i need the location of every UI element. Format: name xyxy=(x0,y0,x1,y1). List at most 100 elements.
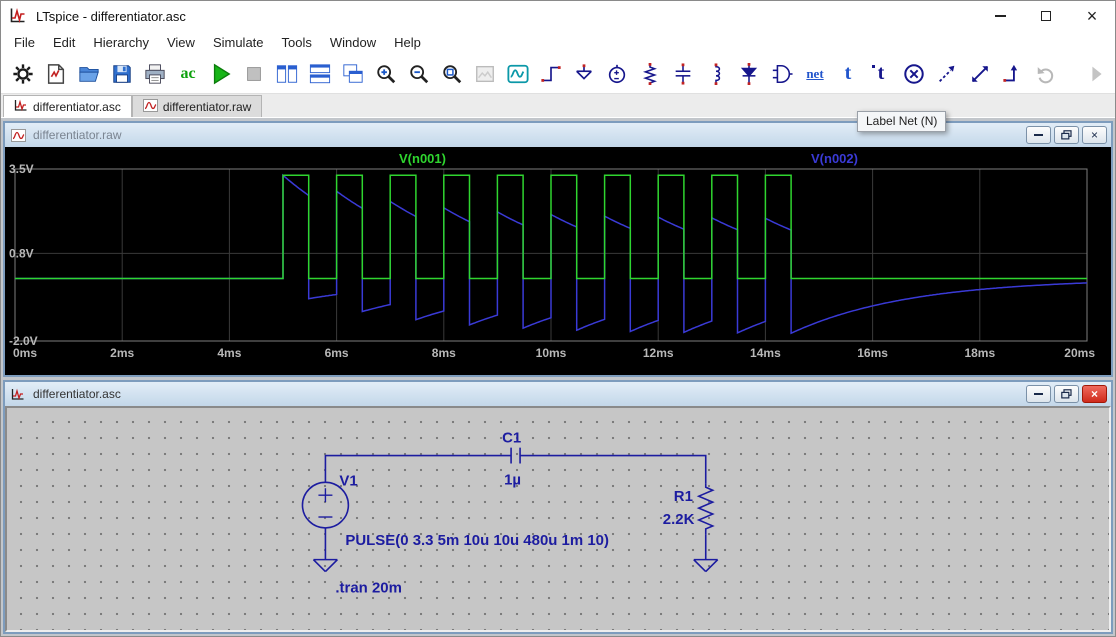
tab-label: differentiator.asc xyxy=(33,100,121,114)
overflow-chevron-icon[interactable] xyxy=(1083,60,1111,88)
waveform-restore-button[interactable] xyxy=(1054,126,1079,144)
schematic-window-titlebar[interactable]: differentiator.asc × xyxy=(5,382,1111,406)
capacitor-icon[interactable] xyxy=(669,60,697,88)
diode-icon[interactable] xyxy=(735,60,763,88)
new-schematic-icon[interactable] xyxy=(42,60,70,88)
schematic-canvas[interactable]: C1 1µ V1 PULSE(0 3.3 5m 10u 10u 480u 1m … xyxy=(5,406,1111,632)
resistor-r1[interactable] xyxy=(699,483,713,535)
x-axis-tick-label: 10ms xyxy=(536,346,567,360)
zoom-out-icon[interactable] xyxy=(405,60,433,88)
minimize-button[interactable] xyxy=(977,1,1023,31)
menu-hierarchy[interactable]: Hierarchy xyxy=(84,35,158,50)
tile-vertical-icon[interactable] xyxy=(273,60,301,88)
schematic-window: differentiator.asc × xyxy=(3,380,1113,634)
label-net-icon[interactable]: net xyxy=(801,60,829,88)
close-button[interactable]: × xyxy=(1069,1,1115,31)
restore-icon xyxy=(1061,130,1072,140)
menubar: File Edit Hierarchy View Simulate Tools … xyxy=(1,31,1115,54)
waveform-viewer-icon[interactable] xyxy=(504,60,532,88)
waveform-plot[interactable]: 0ms2ms4ms6ms8ms10ms12ms14ms16ms18ms20ms3… xyxy=(5,147,1111,375)
cascade-windows-icon[interactable] xyxy=(339,60,367,88)
settings-icon[interactable] xyxy=(9,60,37,88)
spice-directive-icon[interactable]: t xyxy=(867,60,895,88)
component-icon[interactable] xyxy=(768,60,796,88)
menu-view[interactable]: View xyxy=(158,35,204,50)
toolbar: ac net t t xyxy=(1,54,1115,93)
r1-value-label[interactable]: 2.2K xyxy=(663,512,695,528)
tran-directive-label[interactable]: .tran 20m xyxy=(335,580,402,596)
tab-differentiator-asc[interactable]: differentiator.asc xyxy=(3,95,132,117)
r1-ref-label[interactable]: R1 xyxy=(674,489,693,505)
schematic-restore-button[interactable] xyxy=(1054,385,1079,403)
waveform-close-button[interactable]: × xyxy=(1082,126,1107,144)
x-axis-tick-label: 12ms xyxy=(643,346,674,360)
minimize-icon xyxy=(1034,393,1043,395)
close-icon: × xyxy=(1087,7,1098,25)
inductor-icon[interactable] xyxy=(702,60,730,88)
schematic-svg[interactable]: C1 1µ V1 PULSE(0 3.3 5m 10u 10u 480u 1m … xyxy=(7,408,1109,630)
menu-window[interactable]: Window xyxy=(321,35,385,50)
schematic-minimize-button[interactable] xyxy=(1026,385,1051,403)
print-icon[interactable] xyxy=(141,60,169,88)
voltage-source-icon[interactable] xyxy=(603,60,631,88)
wire-icon[interactable] xyxy=(537,60,565,88)
pan-icon[interactable] xyxy=(471,60,499,88)
minimize-icon xyxy=(1034,134,1043,136)
schematic-close-button[interactable]: × xyxy=(1082,385,1107,403)
ac-analysis-icon[interactable]: ac xyxy=(174,60,202,88)
v1-ref-label[interactable]: V1 xyxy=(339,473,357,489)
delete-icon[interactable] xyxy=(900,60,928,88)
waveform-plot-svg[interactable]: 0ms2ms4ms6ms8ms10ms12ms14ms16ms18ms20ms3… xyxy=(5,147,1111,375)
x-axis-tick-label: 4ms xyxy=(217,346,241,360)
maximize-icon xyxy=(1041,11,1051,21)
text-icon[interactable]: t xyxy=(834,60,862,88)
tile-horizontal-icon[interactable] xyxy=(306,60,334,88)
x-axis-tick-label: 18ms xyxy=(964,346,995,360)
y-axis-tick-label: -2.0V xyxy=(9,334,38,348)
menu-edit[interactable]: Edit xyxy=(44,35,84,50)
menu-help[interactable]: Help xyxy=(385,35,430,50)
resistor-icon[interactable] xyxy=(636,60,664,88)
trace-vn001 xyxy=(15,175,1087,278)
x-axis-tick-label: 16ms xyxy=(857,346,888,360)
move-icon[interactable] xyxy=(966,60,994,88)
waveform-window-icon xyxy=(11,127,27,143)
ground-symbol[interactable] xyxy=(313,560,717,572)
halt-icon[interactable] xyxy=(240,60,268,88)
menu-tools[interactable]: Tools xyxy=(273,35,321,50)
x-axis-tick-label: 20ms xyxy=(1064,346,1095,360)
run-icon[interactable] xyxy=(207,60,235,88)
v1-value-label[interactable]: PULSE(0 3.3 5m 10u 10u 480u 1m 10) xyxy=(345,533,609,549)
waveform-minimize-button[interactable] xyxy=(1026,126,1051,144)
ground-icon[interactable] xyxy=(570,60,598,88)
undo-icon[interactable] xyxy=(1032,60,1060,88)
c1-ref-label[interactable]: C1 xyxy=(502,431,521,447)
menu-simulate[interactable]: Simulate xyxy=(204,35,273,50)
menu-file[interactable]: File xyxy=(5,35,44,50)
open-file-icon[interactable] xyxy=(75,60,103,88)
ltspice-logo-icon xyxy=(9,6,29,26)
c1-value-label[interactable]: 1µ xyxy=(504,472,521,488)
waveform-window-title: differentiator.raw xyxy=(33,128,122,142)
mdi-area: differentiator.raw × 0ms2ms4ms6ms8ms10ms… xyxy=(1,118,1115,636)
drag-icon[interactable] xyxy=(999,60,1027,88)
trace-label-vn001[interactable]: V(n001) xyxy=(399,151,446,166)
schematic-window-controls: × xyxy=(1023,385,1107,403)
zoom-fit-icon[interactable] xyxy=(438,60,466,88)
titlebar[interactable]: LTspice - differentiator.asc × xyxy=(1,1,1115,31)
capacitor-c1[interactable] xyxy=(511,448,520,464)
waveform-window-controls: × xyxy=(1023,126,1107,144)
window-title: LTspice - differentiator.asc xyxy=(36,9,186,24)
trace-label-vn002[interactable]: V(n002) xyxy=(811,151,858,166)
y-axis-tick-label: 3.5V xyxy=(9,162,34,176)
duplicate-icon[interactable] xyxy=(933,60,961,88)
tab-label: differentiator.raw xyxy=(163,100,252,114)
save-icon[interactable] xyxy=(108,60,136,88)
zoom-in-icon[interactable] xyxy=(372,60,400,88)
maximize-button[interactable] xyxy=(1023,1,1069,31)
tab-differentiator-raw[interactable]: differentiator.raw xyxy=(132,95,263,117)
x-axis-tick-label: 0ms xyxy=(13,346,37,360)
waveform-window: differentiator.raw × 0ms2ms4ms6ms8ms10ms… xyxy=(3,121,1113,377)
tooltip-label-net: Label Net (N) xyxy=(857,111,946,132)
y-axis-tick-label: 0.8V xyxy=(9,246,34,260)
